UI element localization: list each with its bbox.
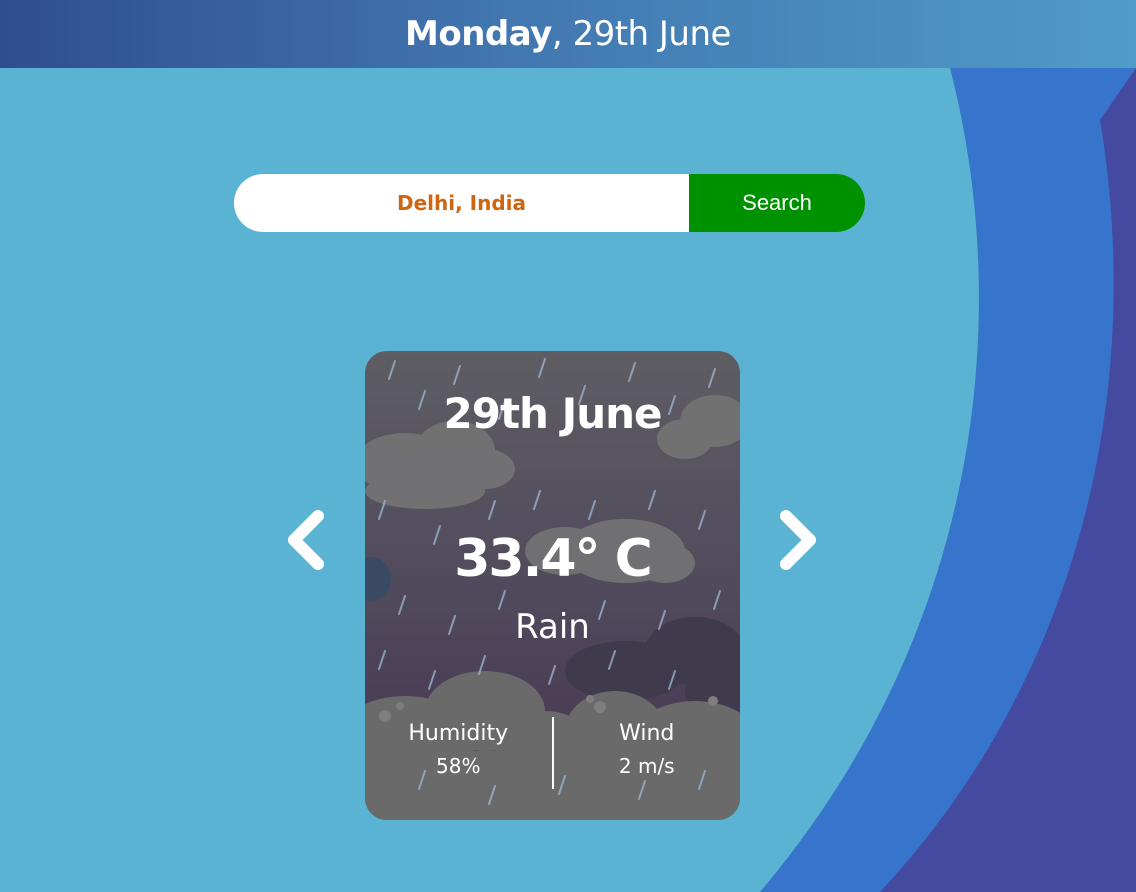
- header-date: Monday, 29th June: [405, 14, 731, 54]
- wind-stat: Wind 2 m/s: [554, 717, 741, 789]
- header-day: Monday: [405, 14, 552, 54]
- header-separator: ,: [551, 14, 563, 54]
- humidity-value: 58%: [436, 754, 481, 778]
- chevron-left-icon: [288, 510, 324, 570]
- search-bar: Search: [234, 174, 865, 232]
- forecast-date: 29th June: [443, 389, 663, 438]
- prev-day-button[interactable]: [284, 508, 328, 572]
- wind-value: 2 m/s: [618, 754, 675, 778]
- weather-stats: Humidity 58% Wind 2 m/s: [365, 717, 740, 789]
- chevron-right-icon: [780, 510, 816, 570]
- header-date-text: 29th June: [572, 14, 731, 54]
- search-input[interactable]: [234, 174, 689, 232]
- next-day-button[interactable]: [776, 508, 820, 572]
- humidity-label: Humidity: [408, 721, 509, 746]
- weather-condition: Rain: [515, 607, 590, 647]
- header-bar: Monday, 29th June: [0, 0, 1136, 68]
- humidity-stat: Humidity 58%: [365, 717, 552, 789]
- wind-label: Wind: [619, 721, 675, 746]
- weather-card: 29th June 33.4° C Rain Humidity 58% Wind…: [365, 351, 740, 820]
- search-button[interactable]: Search: [689, 174, 865, 232]
- temperature-value: 33.4° C: [454, 529, 653, 589]
